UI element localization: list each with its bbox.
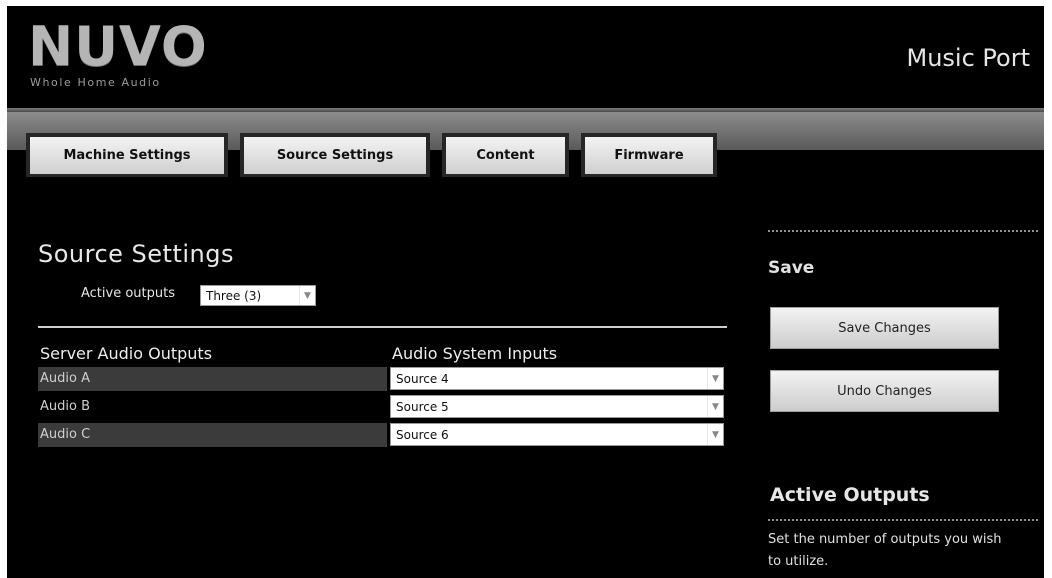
output-label: Audio B: [40, 399, 91, 414]
input-select-value: Source 6: [396, 427, 449, 442]
sidebar-divider: [768, 230, 1038, 232]
input-select[interactable]: Source 5 ▼: [390, 395, 724, 418]
chevron-down-icon: ▼: [707, 368, 723, 389]
section-divider: [38, 326, 727, 328]
tab-firmware[interactable]: Firmware: [581, 133, 717, 177]
logo-wordmark: NUVO: [28, 15, 208, 78]
input-select[interactable]: Source 6 ▼: [390, 423, 724, 446]
undo-changes-button[interactable]: Undo Changes: [770, 370, 999, 412]
save-heading: Save: [768, 258, 815, 278]
output-label: Audio C: [38, 423, 387, 447]
table-row: Audio B Source 5 ▼: [38, 394, 727, 420]
tab-source-settings[interactable]: Source Settings: [240, 133, 430, 177]
column-header-system-inputs: Audio System Inputs: [392, 344, 558, 363]
nuvo-logo: NUVO Whole Home Audio: [28, 15, 208, 90]
table-row: Audio A Source 4 ▼: [38, 366, 727, 392]
app-frame: NUVO Whole Home Audio Music Port Machine…: [7, 6, 1044, 578]
chevron-down-icon: ▼: [707, 396, 723, 417]
page-title: Source Settings: [38, 240, 234, 268]
table-row: Audio C Source 6 ▼: [38, 422, 727, 448]
active-outputs-select[interactable]: Three (3) ▼: [200, 285, 316, 306]
tab-bar: Machine Settings Source Settings Content…: [26, 133, 729, 177]
tab-content[interactable]: Content: [442, 133, 569, 177]
sidebar-divider: [768, 519, 1038, 521]
help-heading: Active Outputs: [770, 484, 930, 506]
column-header-server-outputs: Server Audio Outputs: [40, 344, 213, 363]
active-outputs-label: Active outputs: [81, 286, 175, 301]
output-label: Audio A: [38, 367, 387, 391]
tab-machine-settings[interactable]: Machine Settings: [26, 133, 228, 177]
chevron-down-icon: ▼: [299, 286, 315, 305]
help-text: Set the number of outputs you wish to ut…: [768, 532, 1002, 569]
product-name: Music Port: [906, 44, 1031, 72]
input-select[interactable]: Source 4 ▼: [390, 367, 724, 390]
input-select-value: Source 5: [396, 399, 449, 414]
input-select-value: Source 4: [396, 371, 449, 386]
active-outputs-value: Three (3): [206, 288, 262, 303]
save-changes-button[interactable]: Save Changes: [770, 307, 999, 349]
chevron-down-icon: ▼: [707, 424, 723, 445]
